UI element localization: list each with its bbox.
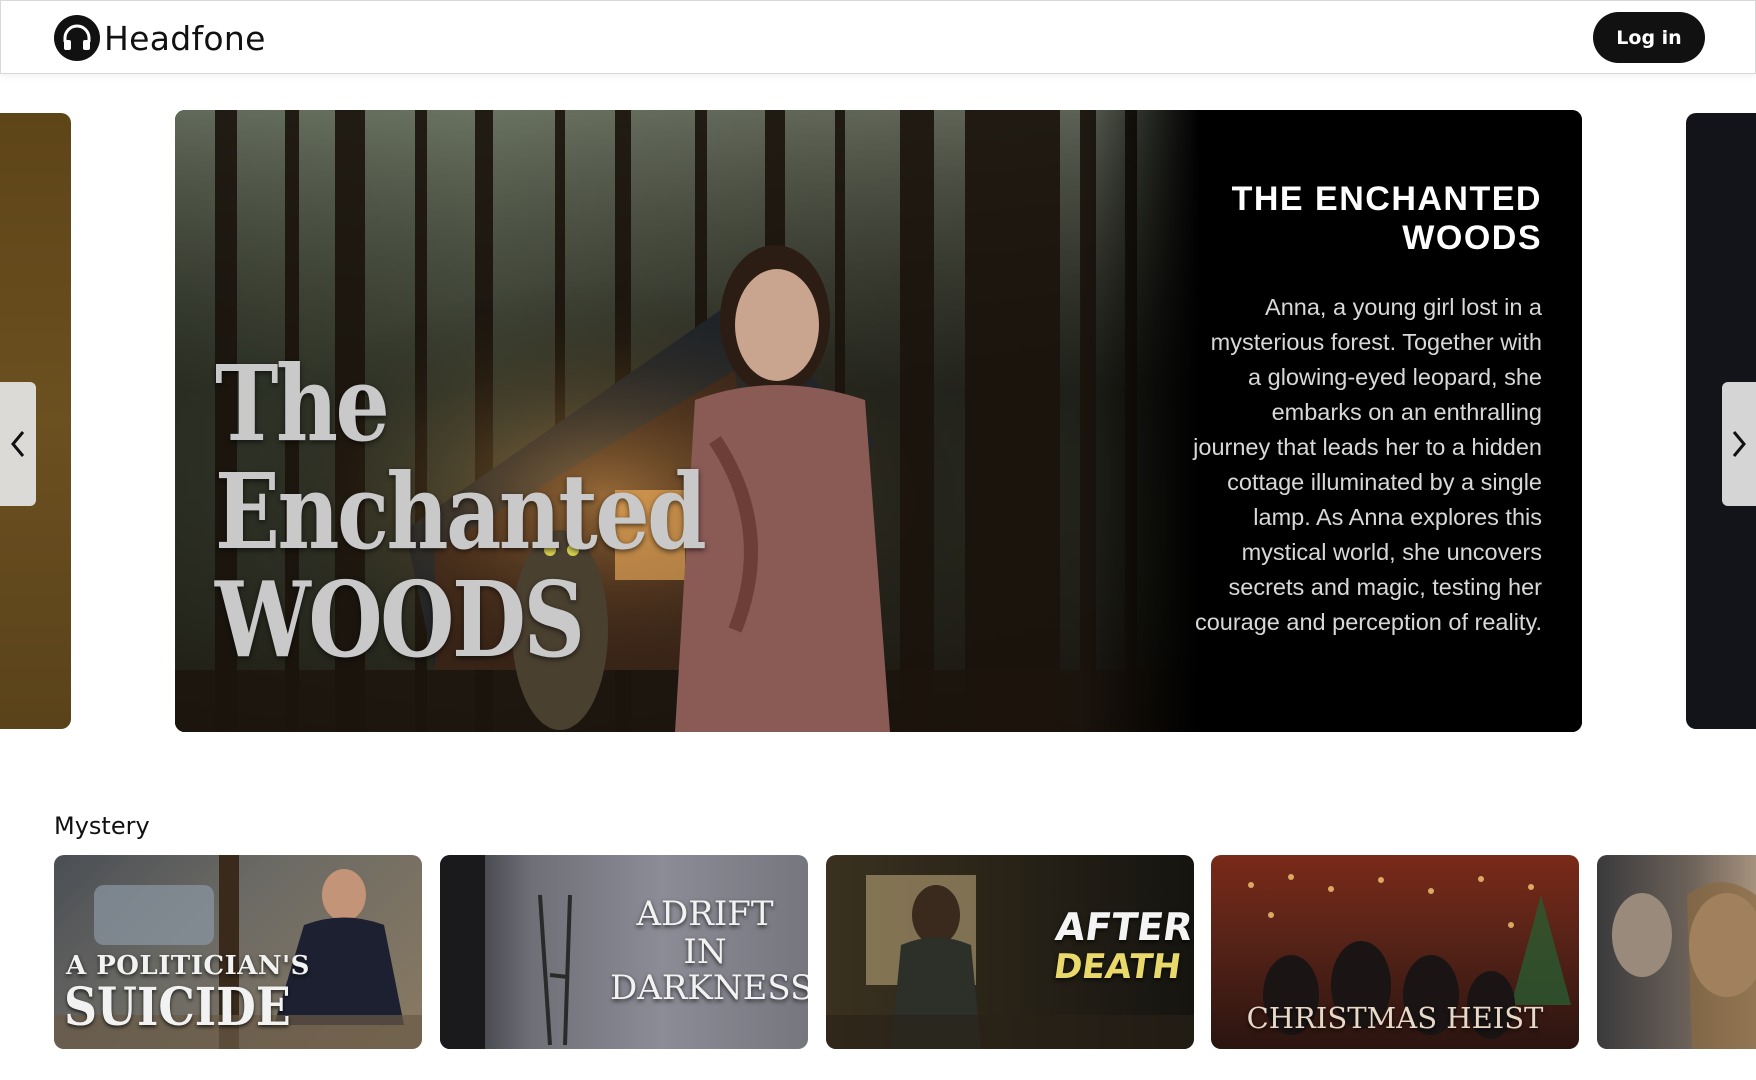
story-title-line: CHRISTMAS HEIST bbox=[1246, 1001, 1544, 1035]
hero-cover-art: The Enchanted WOODS bbox=[175, 110, 1200, 732]
hero-title: THE ENCHANTED WOODS bbox=[1231, 180, 1542, 257]
headphones-icon bbox=[54, 15, 100, 61]
story-title-line: SUICIDE bbox=[64, 977, 291, 1038]
carousel-next-button[interactable] bbox=[1722, 382, 1756, 506]
story-title-line: ADRIFT bbox=[636, 894, 774, 934]
story-title-line: IN bbox=[683, 932, 727, 972]
story-card[interactable] bbox=[1597, 855, 1756, 1049]
story-card[interactable]: ADRIFT IN DARKNESS bbox=[440, 855, 808, 1049]
featured-slide[interactable]: The Enchanted WOODS THE ENCHANTED WOODS … bbox=[175, 110, 1582, 732]
brand-name: Headfone bbox=[104, 18, 266, 58]
hero-info-panel: THE ENCHANTED WOODS Anna, a young girl l… bbox=[1193, 110, 1582, 732]
mystery-row: A POLITICIAN'S SUICIDE ADRIFT IN DARKNES… bbox=[0, 855, 1756, 1049]
featured-carousel: The Enchanted WOODS THE ENCHANTED WOODS … bbox=[0, 110, 1756, 732]
chevron-left-icon bbox=[11, 431, 25, 457]
story-title-line: DARKNESS bbox=[610, 968, 808, 1008]
top-navbar: Headfone Log in bbox=[0, 0, 1756, 74]
chevron-right-icon bbox=[1732, 431, 1746, 457]
section-title-mystery: Mystery bbox=[54, 812, 150, 840]
hero-art-title-line: The bbox=[215, 342, 390, 465]
hero-art-title: The Enchanted WOODS bbox=[215, 342, 707, 681]
carousel-prev-button[interactable] bbox=[0, 382, 36, 506]
story-title-line: AFTER bbox=[1052, 905, 1194, 949]
story-card[interactable]: AFTER DEATH bbox=[826, 855, 1194, 1049]
story-title-line: DEATH bbox=[1051, 947, 1184, 987]
brand-logo[interactable]: Headfone bbox=[54, 15, 266, 61]
story-card[interactable]: A POLITICIAN'S SUICIDE bbox=[54, 855, 422, 1049]
story-card[interactable]: CHRISTMAS HEIST bbox=[1211, 855, 1579, 1049]
hero-description: Anna, a young girl lost in a mysterious … bbox=[1193, 294, 1542, 635]
login-button[interactable]: Log in bbox=[1593, 12, 1705, 63]
hero-art-title-line: WOODS bbox=[215, 558, 585, 681]
hero-art-title-line: Enchanted bbox=[215, 450, 707, 573]
